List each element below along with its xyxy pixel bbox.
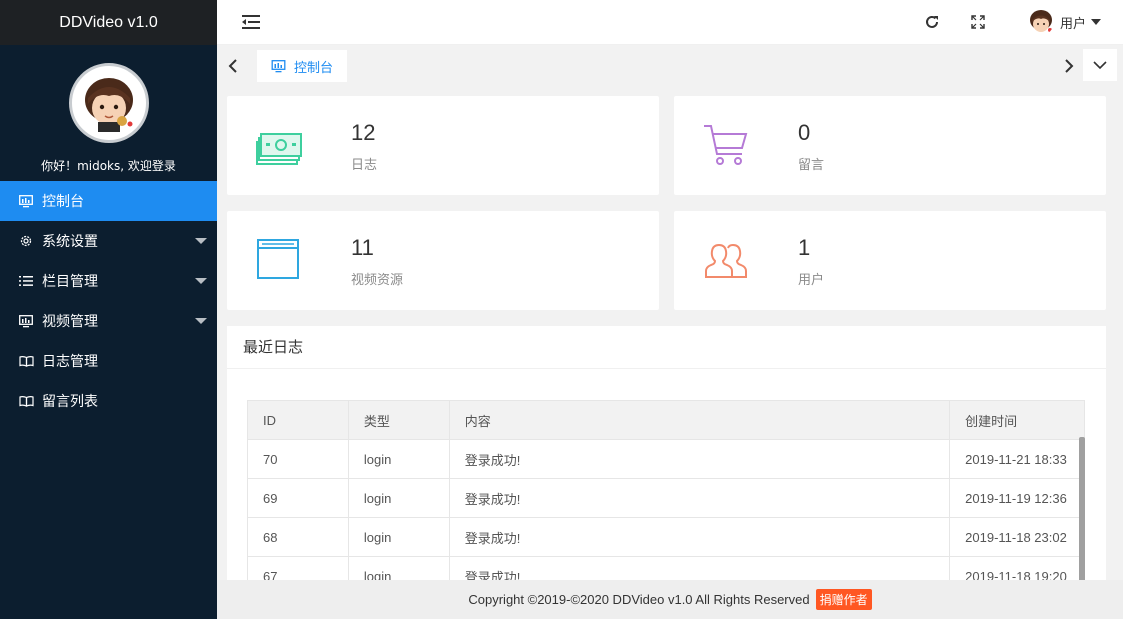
cell-created-at: 2019-11-21 18:33: [965, 451, 1067, 467]
cell-id: 69: [248, 479, 349, 517]
footer: Copyright ©2019-©2020 DDVideo v1.0 All R…: [217, 580, 1123, 619]
tab-label: 控制台: [294, 60, 334, 76]
caret-down-icon: [195, 318, 207, 324]
avatar: [1027, 9, 1054, 35]
money-icon: [256, 133, 302, 165]
sidebar-menu: 控制台 系统设置 栏目管理 视频管理 日志管理 留言列表: [0, 181, 217, 421]
stat-label: 用户: [798, 273, 825, 288]
donate-button[interactable]: 捐赠作者: [815, 589, 872, 610]
browser-window-icon: [257, 239, 299, 279]
sidebar-item-label: 控制台: [42, 194, 84, 210]
menu-toggle-icon[interactable]: [239, 10, 263, 34]
cell-content: 登录成功!: [450, 440, 951, 478]
book-icon: [18, 353, 34, 369]
column-header[interactable]: 类型: [349, 401, 450, 439]
tab-dashboard[interactable]: 控制台: [257, 50, 348, 82]
stat-card-videos: 11 视频资源: [227, 211, 659, 310]
stat-label: 日志: [351, 158, 378, 173]
sidebar-item-log-management[interactable]: 日志管理: [0, 341, 217, 381]
stat-label: 留言: [798, 158, 825, 173]
gear-icon: [18, 233, 34, 249]
sidebar-item-message-list[interactable]: 留言列表: [0, 381, 217, 421]
table-row[interactable]: 69 login 登录成功! 2019-11-19 12:36: [248, 479, 1084, 518]
table-header-row: ID 类型 内容 创建时间: [248, 401, 1084, 440]
caret-down-icon: [1091, 19, 1101, 25]
stat-value: 0: [798, 120, 811, 145]
sidebar-item-label: 留言列表: [42, 394, 98, 410]
table-scrollbar[interactable]: [1079, 437, 1085, 587]
recent-logs-panel: 最近日志 ID 类型 内容 创建时间 70 login 登录成功! 2019-1…: [227, 326, 1106, 597]
monitor-icon: [18, 193, 34, 209]
sidebar-item-dashboard[interactable]: 控制台: [0, 181, 217, 221]
monitor-icon: [18, 313, 34, 329]
sidebar-item-label: 系统设置: [42, 234, 98, 250]
stat-card-users: 1 用户: [674, 211, 1106, 310]
cell-id: 68: [248, 518, 349, 556]
cell-type: login: [349, 440, 450, 478]
stat-value: 1: [798, 235, 811, 260]
column-header[interactable]: 内容: [450, 401, 951, 439]
avatar[interactable]: [68, 63, 149, 143]
copyright-text: Copyright ©2019-©2020 DDVideo v1.0 All R…: [468, 592, 810, 607]
sidebar-item-column-management[interactable]: 栏目管理: [0, 261, 217, 301]
sidebar-item-system-settings[interactable]: 系统设置: [0, 221, 217, 261]
monitor-icon: [271, 59, 286, 73]
list-icon: [18, 273, 34, 289]
avatar-image: [84, 78, 133, 132]
sidebar-item-video-management[interactable]: 视频管理: [0, 301, 217, 341]
cell-type: login: [349, 518, 450, 556]
tab-scroll-right-icon[interactable]: [1053, 51, 1085, 81]
welcome-text: 你好！midoks, 欢迎登录: [41, 159, 176, 173]
cell-content: 登录成功!: [450, 518, 951, 556]
cell-created-at: 2019-11-19 12:36: [965, 490, 1067, 506]
column-header[interactable]: ID: [248, 401, 349, 439]
stat-card-messages: 0 留言: [674, 96, 1106, 195]
logs-table: ID 类型 内容 创建时间 70 login 登录成功! 2019-11-21 …: [247, 400, 1085, 597]
column-header[interactable]: 创建时间: [950, 401, 1084, 439]
user-menu[interactable]: 用户: [1027, 8, 1101, 36]
cell-id: 70: [248, 440, 349, 478]
table-row[interactable]: 68 login 登录成功! 2019-11-18 23:02: [248, 518, 1084, 557]
stat-card-logs: 12 日志: [227, 96, 659, 195]
cell-content: 登录成功!: [450, 479, 951, 517]
caret-down-icon: [195, 238, 207, 244]
cell-type: login: [349, 479, 450, 517]
chevron-down-icon: [1093, 60, 1107, 69]
sidebar-item-label: 栏目管理: [42, 274, 98, 290]
tab-bar: 控制台: [217, 45, 1123, 87]
stat-value: 11: [351, 235, 374, 260]
cart-icon: [704, 125, 748, 165]
stat-label: 视频资源: [351, 273, 404, 288]
book-icon: [18, 393, 34, 409]
fullscreen-icon[interactable]: [966, 10, 990, 34]
caret-down-icon: [195, 278, 207, 284]
refresh-icon[interactable]: [920, 10, 944, 34]
sidebar: DDVideo v1.0 你好！midoks, 欢迎登录 控制台 系统设置 栏目…: [0, 0, 217, 619]
sidebar-item-label: 视频管理: [42, 314, 98, 330]
table-row[interactable]: 70 login 登录成功! 2019-11-21 18:33: [248, 440, 1084, 479]
app-title: DDVideo v1.0: [0, 0, 217, 45]
tab-scroll-left-icon[interactable]: [217, 51, 249, 81]
cell-created-at: 2019-11-18 23:02: [965, 529, 1067, 545]
tab-options-dropdown[interactable]: [1083, 49, 1117, 81]
users-icon: [705, 243, 747, 278]
user-name: 用户: [1059, 16, 1086, 32]
sidebar-item-label: 日志管理: [42, 354, 98, 370]
stat-value: 12: [351, 120, 376, 145]
panel-title: 最近日志: [227, 326, 1106, 369]
top-header: 用户: [217, 0, 1123, 45]
